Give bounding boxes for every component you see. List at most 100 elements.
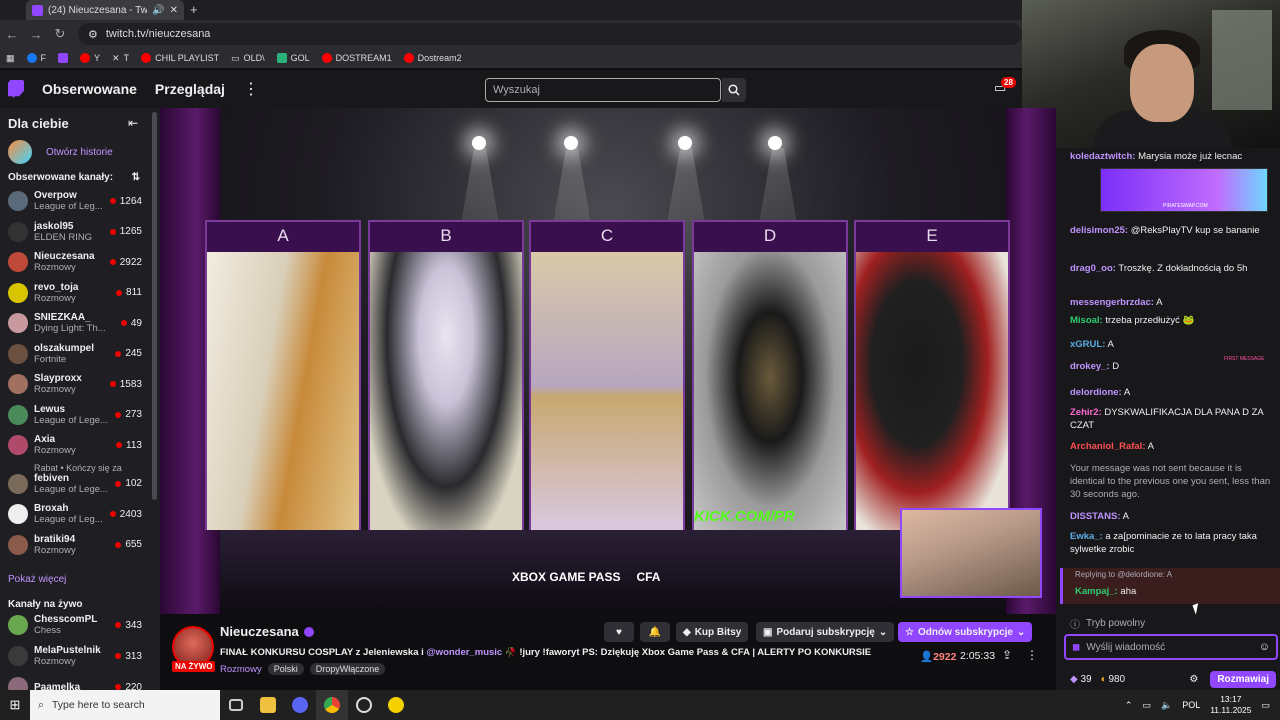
reply-username[interactable]: Kampaj_: xyxy=(1075,586,1118,597)
chat-ad-banner[interactable]: PIRATESWAP.COM xyxy=(1100,168,1268,212)
windows-start-icon[interactable]: ⊞ xyxy=(0,697,30,713)
url-field[interactable]: ⚙ twitch.tv/nieuczesana xyxy=(78,23,1022,45)
bookmark-youtube[interactable]: Y xyxy=(80,53,100,63)
nav-browse[interactable]: Przeglądaj xyxy=(155,81,225,97)
chat-username[interactable]: Ewka_: xyxy=(1070,531,1103,542)
sidebar-channel[interactable]: revo_toja Rozmowy 811 xyxy=(0,278,150,308)
bits-icon: ◆ xyxy=(683,626,691,638)
chat-username[interactable]: koledaztwitch: xyxy=(1070,151,1135,162)
sidebar-scrollbar[interactable] xyxy=(152,112,157,500)
slow-mode-notice: ⓘ Tryb powolny xyxy=(1070,618,1146,631)
chat-username[interactable]: messengerbrzdac: xyxy=(1070,297,1154,308)
bookmark-chil-playlist[interactable]: CHIL PLAYLIST xyxy=(141,53,219,63)
clock[interactable]: 13:17 11.11.2025 xyxy=(1210,694,1251,716)
speaker-icon[interactable]: 🔊 xyxy=(152,5,164,16)
sidebar-channel[interactable]: Nieuczesana Rozmowy 2922 xyxy=(0,247,150,277)
live-dot-icon xyxy=(116,442,123,448)
sidebar-channel[interactable]: Broxah League of Leg... 2403 xyxy=(0,499,150,529)
sidebar-channel[interactable]: olszakumpel Fortnite 245 xyxy=(0,339,150,369)
chat-username[interactable]: Archaniol_Rafal: xyxy=(1070,441,1146,452)
share-icon[interactable]: ⇪ xyxy=(1002,648,1012,662)
chat-text: Marysia może już lecnac xyxy=(1135,151,1243,162)
collapse-sidebar-icon[interactable]: ⇤ xyxy=(128,116,138,130)
sidebar-channel[interactable]: febiven League of Lege... 102 xyxy=(0,469,150,499)
sidebar-channel[interactable]: Axia Rozmowy 113 xyxy=(0,430,150,460)
bookmark-x[interactable]: ✕ T xyxy=(112,53,129,64)
taskbar-search[interactable]: ⌕ Type here to search xyxy=(30,690,220,720)
bookmark-twitch[interactable] xyxy=(58,53,69,63)
tag-polski[interactable]: Polski xyxy=(267,663,304,675)
chat-settings-icon[interactable]: ⚙ xyxy=(1189,674,1198,685)
notifications-icon[interactable]: ▭ xyxy=(1261,700,1270,711)
back-icon[interactable]: ← xyxy=(0,27,24,42)
bookmark-facebook[interactable]: F xyxy=(26,53,46,63)
more-options-icon[interactable]: ⋮ xyxy=(1026,648,1038,662)
chat-input[interactable]: ◼ Wyślij wiadomość ☺ xyxy=(1064,634,1278,660)
chat-username[interactable]: delisimon25: xyxy=(1070,225,1128,236)
first-message-tag: FIRST MESSAGE xyxy=(1224,356,1265,362)
app-icon[interactable] xyxy=(380,690,412,720)
tray-chevron-icon[interactable]: ⌃ xyxy=(1125,700,1133,711)
site-info-icon[interactable]: ⚙ xyxy=(88,28,98,41)
video-player[interactable]: A B C D E KICK.COM/PR XBOX GAME PASS CFA xyxy=(160,108,1056,614)
sidebar-channel[interactable]: jaskol95 ELDEN RING 1265 xyxy=(0,217,150,247)
sidebar-channel[interactable]: MelaPustelnik Rozmowy 313 xyxy=(0,641,150,671)
sort-icon[interactable]: ⇅ xyxy=(132,172,140,183)
browser-tab[interactable]: (24) Nieuczesana - Twitch 🔊 ✕ xyxy=(26,0,184,20)
follow-heart-button[interactable]: ♥ xyxy=(604,622,634,642)
sidebar-channel[interactable]: bratiki94 Rozmowy 655 xyxy=(0,530,150,560)
network-icon[interactable]: ▭ xyxy=(1142,700,1151,711)
history-link[interactable]: Otwórz historie xyxy=(8,140,113,164)
apps-icon[interactable]: ▦ xyxy=(6,53,15,64)
title-mention[interactable]: @wonder_music xyxy=(426,647,502,658)
streamer-name[interactable]: Nieuczesana xyxy=(220,624,314,639)
chat-username[interactable]: delordione: xyxy=(1070,387,1122,398)
channel-category: Dying Light: Th... xyxy=(34,323,106,334)
renew-sub-button[interactable]: ☆ Odnów subskrypcje ⌄ xyxy=(898,622,1033,642)
category-link[interactable]: Rozmowy xyxy=(220,664,262,675)
obs-icon[interactable] xyxy=(348,690,380,720)
sidebar-channel[interactable]: Paamelka 220 xyxy=(0,672,150,690)
more-menu-icon[interactable]: ⋮ xyxy=(243,79,259,99)
volume-icon[interactable]: 🔈 xyxy=(1161,700,1172,711)
sidebar-channel[interactable]: Lewus League of Lege... 273 xyxy=(0,400,150,430)
bookmark-dostream1[interactable]: DOSTREAM1 xyxy=(321,53,392,63)
chat-username[interactable]: DISSTANS: xyxy=(1070,511,1121,522)
buy-bits-button[interactable]: ◆ Kup Bitsy xyxy=(676,622,749,642)
notification-bell-button[interactable]: 🔔 xyxy=(640,622,670,642)
chat-username[interactable]: xGRUL: xyxy=(1070,339,1105,350)
bookmark-dostream2[interactable]: Dostream2 xyxy=(403,53,462,63)
sidebar-channel[interactable]: SNIEZKAA_ Dying Light: Th... 49 xyxy=(0,308,150,338)
chat-username[interactable]: drag0_oo: xyxy=(1070,263,1116,274)
close-tab-icon[interactable]: ✕ xyxy=(170,5,178,16)
chat-send-button[interactable]: Rozmawiaj xyxy=(1210,670,1276,688)
sidebar-channel[interactable]: ChesscomPL Chess 343 xyxy=(0,610,150,640)
chrome-icon[interactable] xyxy=(316,690,348,720)
bookmark-gol[interactable]: GOL xyxy=(276,53,310,63)
contestant-panel-e: E xyxy=(854,220,1010,530)
chat-username[interactable]: Zehir2: xyxy=(1070,407,1102,418)
language-indicator[interactable]: POL xyxy=(1182,700,1200,710)
channel-points[interactable]: ◖ 980 xyxy=(1100,674,1126,685)
search-input[interactable]: Wyszukaj xyxy=(485,78,721,102)
gift-sub-button[interactable]: ▣ Podaruj subskrypcję ⌄ xyxy=(756,622,895,642)
forward-icon[interactable]: → xyxy=(24,27,48,42)
discord-icon[interactable] xyxy=(284,690,316,720)
emote-picker-icon[interactable]: ☺ xyxy=(1259,641,1276,653)
tag-drops[interactable]: DropyWłączone xyxy=(309,663,386,675)
bits-balance[interactable]: ◆ 39 xyxy=(1070,674,1092,685)
new-tab-icon[interactable]: + xyxy=(190,2,198,17)
task-view-icon[interactable] xyxy=(220,690,252,720)
reload-icon[interactable]: ↻ xyxy=(48,26,72,42)
chat-username[interactable]: Misoal: xyxy=(1070,315,1103,326)
sidebar-channel[interactable]: Slayproxx Rozmowy 1583 xyxy=(0,369,150,399)
search-button[interactable] xyxy=(722,78,746,102)
bookmark-folder-old[interactable]: ▭ OLD\ xyxy=(231,53,265,64)
sidebar-channel[interactable]: Overpow League of Leg... 1264 xyxy=(0,186,150,216)
chat-username[interactable]: drokey_: xyxy=(1070,361,1110,372)
history-label: Otwórz historie xyxy=(46,146,113,158)
nav-following[interactable]: Obserwowane xyxy=(42,81,137,97)
twitch-logo-icon[interactable] xyxy=(8,80,24,98)
file-explorer-icon[interactable] xyxy=(252,690,284,720)
show-more-link[interactable]: Pokaż więcej xyxy=(8,574,66,585)
